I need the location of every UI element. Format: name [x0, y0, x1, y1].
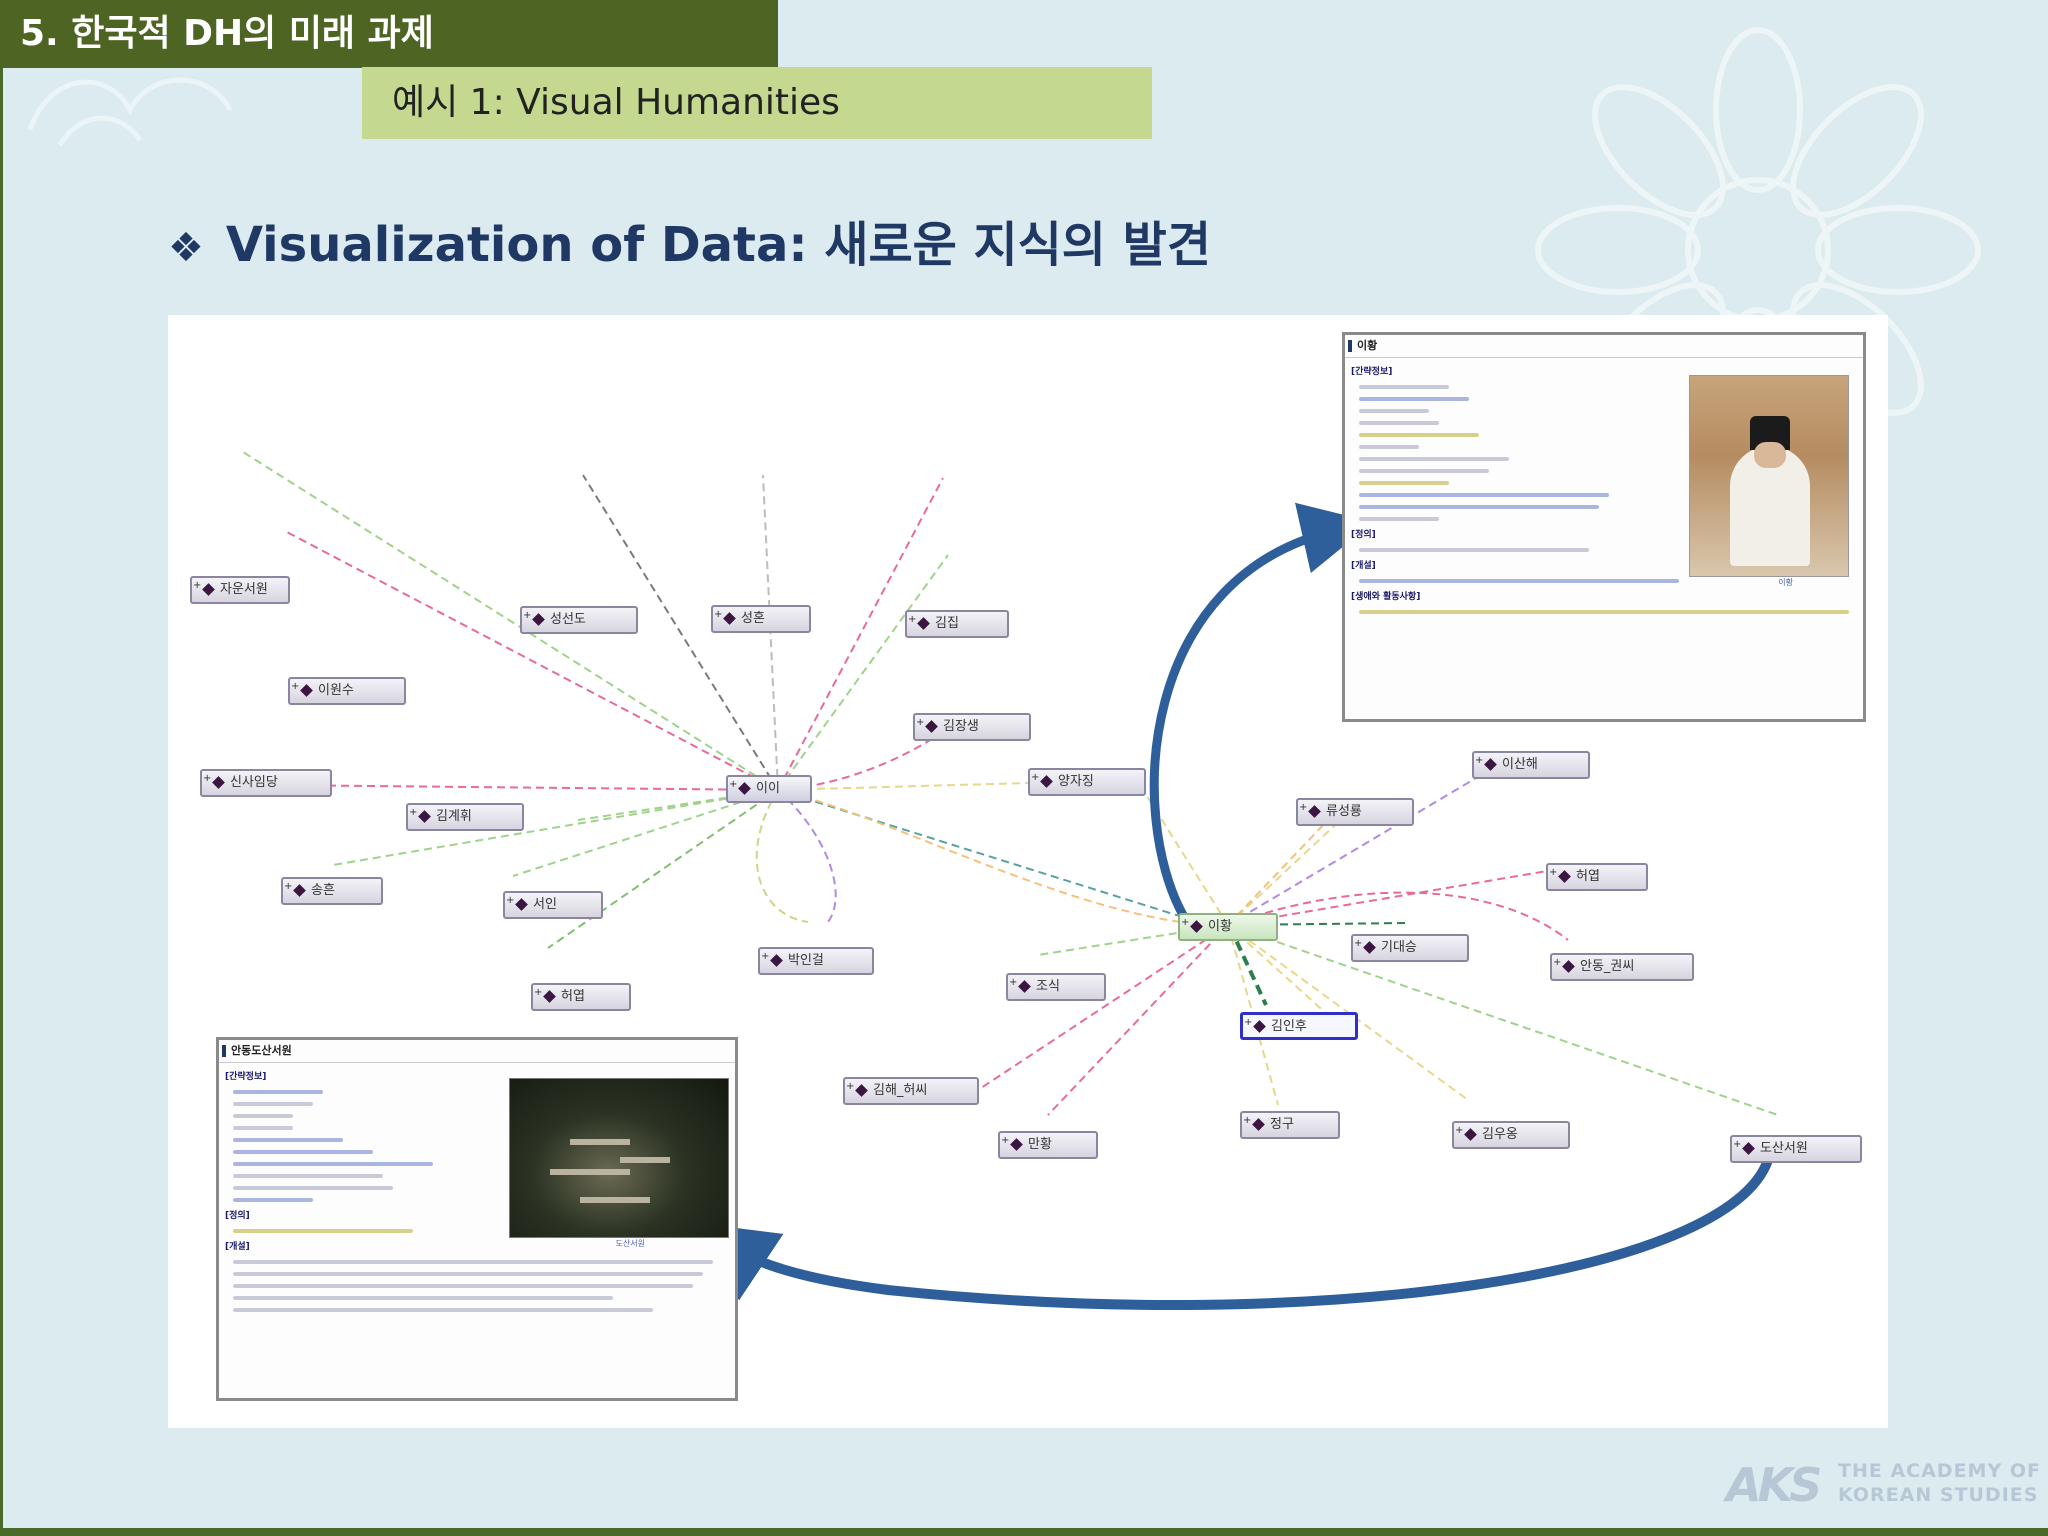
graph-node[interactable]: 김우옹 — [1452, 1119, 1570, 1149]
arrow-to-place-panel — [694, 1158, 1773, 1310]
graph-node[interactable]: 송흔 — [281, 875, 383, 905]
edge — [1227, 891, 1569, 941]
node-diamond-icon — [1308, 805, 1321, 818]
graph-node[interactable]: 성선도 — [520, 604, 638, 634]
slide-heading: ❖ Visualization of Data: 새로운 지식의 발견 — [168, 205, 1211, 285]
node-diamond-icon — [1018, 980, 1031, 993]
node-diamond-icon — [1742, 1142, 1755, 1155]
node-diamond-icon — [770, 954, 783, 967]
edge — [1047, 924, 1229, 1116]
graph-node[interactable]: 만황 — [998, 1129, 1098, 1159]
edge — [547, 789, 779, 949]
portrait-photo — [1689, 375, 1849, 577]
diamond-bullet-icon: ❖ — [168, 225, 204, 271]
bottom-border — [0, 1528, 2048, 1536]
edge — [1227, 812, 1349, 926]
node-diamond-icon — [917, 617, 930, 630]
node-diamond-icon — [212, 776, 225, 789]
logo-line-1: THE ACADEMY OF — [1838, 1460, 2041, 1482]
graph-node[interactable]: 기대승 — [1351, 932, 1469, 962]
edge — [267, 784, 779, 791]
graph-node-selected[interactable]: 김인후 — [1240, 1011, 1358, 1040]
node-diamond-icon — [1253, 1020, 1266, 1033]
graph-node[interactable]: 이이 — [726, 773, 812, 803]
edge — [242, 451, 779, 791]
graph-node[interactable]: 김해_허씨 — [843, 1075, 979, 1105]
edge — [777, 789, 837, 923]
edge — [1227, 764, 1499, 926]
place-info-panel: 안동도산서원 [간략정보] [정의] [개설] 도산서원 — [216, 1037, 738, 1401]
node-diamond-icon — [293, 884, 306, 897]
edge — [777, 554, 949, 791]
node-diamond-icon — [300, 684, 313, 697]
graph-node[interactable]: 양자징 — [1028, 766, 1146, 796]
graph-node[interactable]: 정구 — [1240, 1109, 1340, 1139]
node-diamond-icon — [855, 1084, 868, 1097]
graph-node[interactable]: 조식 — [1006, 971, 1106, 1001]
node-diamond-icon — [1558, 870, 1571, 883]
graph-node[interactable]: 도산서원 — [1730, 1133, 1862, 1163]
slide-subtitle: 예시 1: Visual Humanities — [362, 67, 1152, 139]
photo-caption: 이황 — [1778, 578, 1793, 587]
network-diagram: 이이 이황 자운서원 이원수 신사임당 송흔 성선도 성혼 김집 김장생 김계휘… — [168, 315, 1888, 1428]
node-diamond-icon — [418, 810, 431, 823]
node-diamond-icon — [1010, 1138, 1023, 1151]
edge — [977, 924, 1229, 1091]
panel-section-heading: [생애와 활동사항] — [1351, 592, 1421, 602]
arrow-to-person-panel — [1149, 502, 1374, 918]
graph-node[interactable]: 자운서원 — [190, 574, 290, 604]
node-diamond-icon — [532, 613, 545, 626]
node-diamond-icon — [1190, 920, 1203, 933]
graph-node[interactable]: 신사임당 — [200, 767, 332, 797]
edge — [755, 789, 809, 923]
node-diamond-icon — [515, 898, 528, 911]
node-diamond-icon — [925, 720, 938, 733]
panel-title: 안동도산서원 — [219, 1040, 735, 1063]
node-diamond-icon — [738, 782, 751, 795]
node-diamond-icon — [543, 990, 556, 1003]
left-border — [0, 0, 3, 1536]
panel-title: 이황 — [1345, 335, 1863, 358]
node-diamond-icon — [1363, 941, 1376, 954]
graph-node[interactable]: 허엽 — [531, 981, 631, 1011]
logo-line-2: KOREAN STUDIES — [1838, 1484, 2039, 1506]
graph-node[interactable]: 안동_권씨 — [1550, 951, 1694, 981]
graph-node[interactable]: 김계휘 — [406, 801, 524, 831]
node-diamond-icon — [1040, 775, 1053, 788]
node-diamond-icon — [202, 583, 215, 596]
graph-node[interactable]: 이원수 — [288, 675, 406, 705]
graph-node[interactable]: 류성룡 — [1296, 796, 1414, 826]
graph-node[interactable]: 허엽 — [1546, 861, 1648, 891]
graph-node[interactable]: 김장생 — [913, 711, 1031, 741]
edge — [332, 789, 779, 866]
panel-section-heading: [개설] — [225, 1242, 250, 1252]
graph-node[interactable]: 성혼 — [711, 603, 811, 633]
seowon-photo — [509, 1078, 729, 1238]
heading-text: Visualization of Data: 새로운 지식의 발견 — [225, 217, 1211, 273]
section-label: 5. 한국적 DH의 미래 과제 — [0, 0, 778, 68]
logo-mark: AKS — [1726, 1458, 1822, 1512]
node-diamond-icon — [1252, 1118, 1265, 1131]
edge — [777, 782, 1029, 791]
node-diamond-icon — [1484, 758, 1497, 771]
graph-node[interactable]: 김집 — [905, 608, 1009, 638]
person-info-panel: 이황 [간략정보] [정의] [개설] [생애와 활동사항] 이황 — [1342, 332, 1866, 722]
edge — [282, 529, 779, 791]
graph-node[interactable]: 이산해 — [1472, 749, 1590, 779]
photo-caption: 도산서원 — [615, 1239, 645, 1248]
graph-node[interactable]: 이황 — [1178, 911, 1278, 941]
graph-node[interactable]: 박인걸 — [758, 945, 874, 975]
node-diamond-icon — [1464, 1128, 1477, 1141]
node-diamond-icon — [1562, 960, 1575, 973]
academy-logo: AKS THE ACADEMY OF KOREAN STUDIES — [1726, 1454, 2040, 1514]
node-diamond-icon — [723, 612, 736, 625]
graph-node[interactable]: 서인 — [503, 889, 603, 919]
